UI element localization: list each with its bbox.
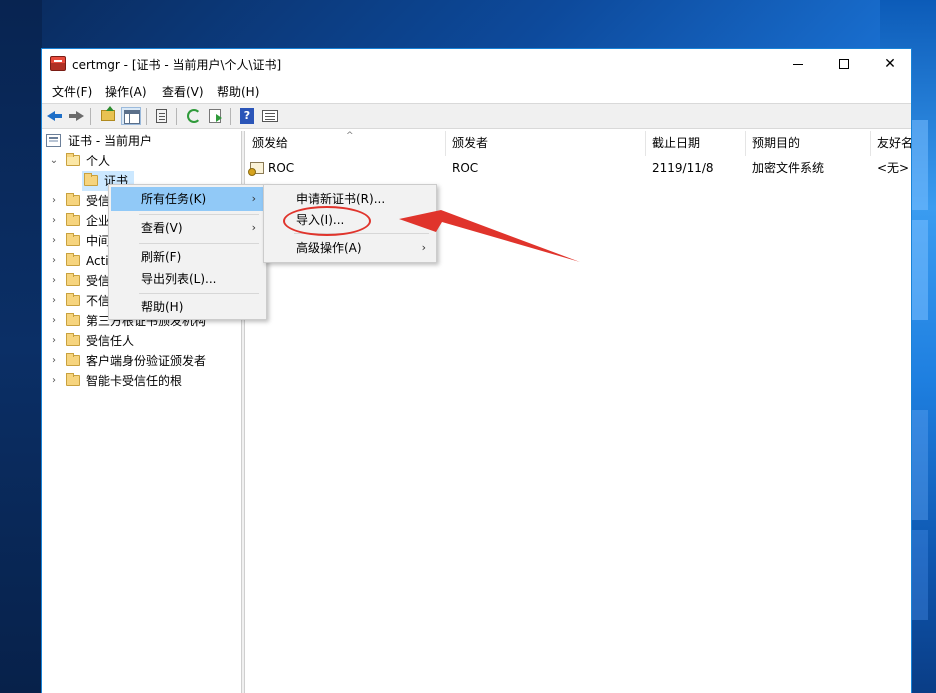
annotation-arrow xyxy=(399,210,580,262)
annotation-arrow-icon xyxy=(399,210,580,262)
